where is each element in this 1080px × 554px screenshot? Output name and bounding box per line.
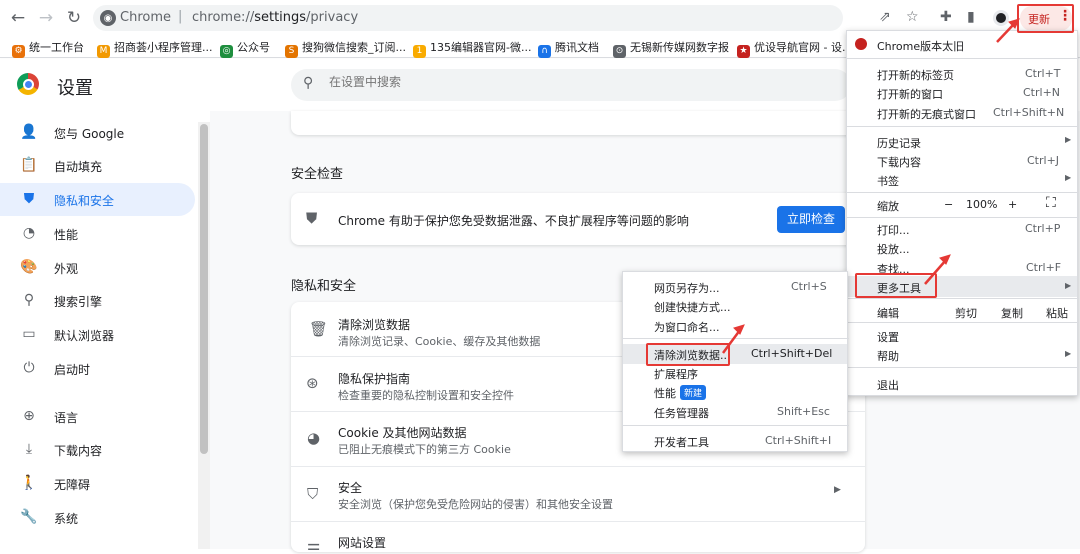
arrowhead-more-tools — [939, 254, 951, 265]
annotation-arrows — [721, 18, 1020, 354]
arrow-to-clear-data — [721, 329, 742, 354]
arrow-to-update — [996, 23, 1015, 43]
arrow-to-more-tools — [924, 259, 947, 285]
arrowhead-clear-data — [733, 324, 745, 335]
